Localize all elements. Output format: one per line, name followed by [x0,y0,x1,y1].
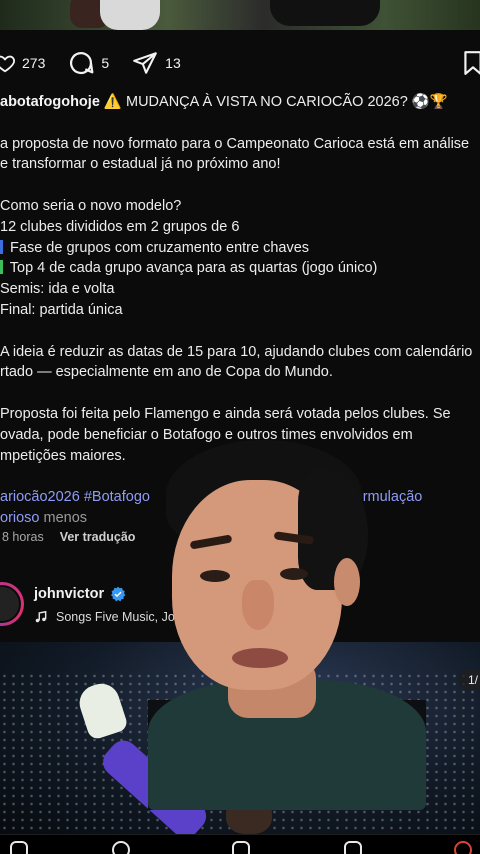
bottom-navigation [0,834,480,854]
share-action[interactable]: 13 [131,50,181,76]
translate-link[interactable]: Ver tradução [60,530,136,544]
next-post-username-row[interactable]: johnvictor [34,586,126,602]
reels-icon[interactable] [344,841,362,854]
caption-bullet-1: 12 clubes divididos em 2 grupos de 6 [0,217,480,238]
caption-idea-2: rtado — especialmente em ano de Copa do … [0,364,333,381]
search-icon[interactable] [112,841,130,854]
green-square-icon [0,260,3,275]
post-actions-bar: 273 5 13 [0,48,480,78]
heart-icon[interactable] [0,52,16,74]
caption-idea-1: A ideia é reduzir as datas de 15 para 10… [0,343,473,360]
caption-proposal-1: Proposta foi feita pelo Flamengo e ainda… [0,405,451,422]
caption-bullet-2: Fase de grupos com cruzamento entre chav… [0,238,480,259]
caption-headline: ⚠️ MUDANÇA À VISTA NO CARIOCÃO 2026? ⚽🏆 [99,94,448,110]
previous-post-image[interactable] [0,0,480,30]
caption-intro-1: a proposta de novo formato para o Campeo… [0,135,470,152]
bullet-4-text: Semis: ida e volta [0,281,115,298]
like-action[interactable]: 273 [0,52,45,74]
creator-video-overlay [148,430,426,810]
post-meta: 8 horas Ver tradução [2,530,135,544]
bullet-5-text: Final: partida única [0,301,123,318]
slide-counter: 1/ [457,670,480,690]
avatar[interactable] [0,582,24,626]
player-sock [100,0,160,30]
post-time: 8 horas [2,530,44,544]
less-link[interactable]: menos [40,510,88,526]
bookmark-icon[interactable] [462,50,480,76]
caption-first-line: abotafogohoje ⚠️ MUDANÇA À VISTA NO CARI… [0,92,480,113]
caption-bullet-4: Semis: ida e volta [0,279,480,300]
comments-count[interactable]: 5 [101,55,109,71]
hashtag-link[interactable]: orioso [0,510,40,526]
shares-count[interactable]: 13 [165,55,181,71]
creator-face [148,430,426,810]
comment-icon[interactable] [67,49,95,77]
comment-action[interactable]: 5 [67,49,109,77]
caption-intro-2: e transformar o estadual já no próximo a… [0,156,281,173]
share-icon[interactable] [131,50,159,76]
caption-bullet-5: Final: partida única [0,300,480,321]
next-post-username[interactable]: johnvictor [34,586,104,602]
player-shorts [270,0,380,26]
caption-username[interactable]: abotafogohoje [0,94,100,110]
create-icon[interactable] [232,841,250,854]
blue-square-icon [0,239,3,254]
bullet-2-text: Fase de grupos com cruzamento entre chav… [6,239,310,256]
bullet-1-text: 12 clubes divididos em 2 grupos de 6 [0,218,240,235]
home-icon[interactable] [10,841,28,854]
caption-question: Como seria o novo modelo? [0,197,182,214]
bullet-3-text: Top 4 de cada grupo avança para as quart… [6,260,378,277]
hashtag-link[interactable]: ariocão2026 #Botafogo [0,489,150,505]
likes-count[interactable]: 273 [22,55,45,71]
music-note-icon [35,610,47,623]
profile-icon[interactable] [454,841,472,854]
save-action[interactable] [462,50,480,81]
verified-icon [111,586,126,602]
caption-bullet-3: Top 4 de cada grupo avança para as quart… [0,258,480,279]
